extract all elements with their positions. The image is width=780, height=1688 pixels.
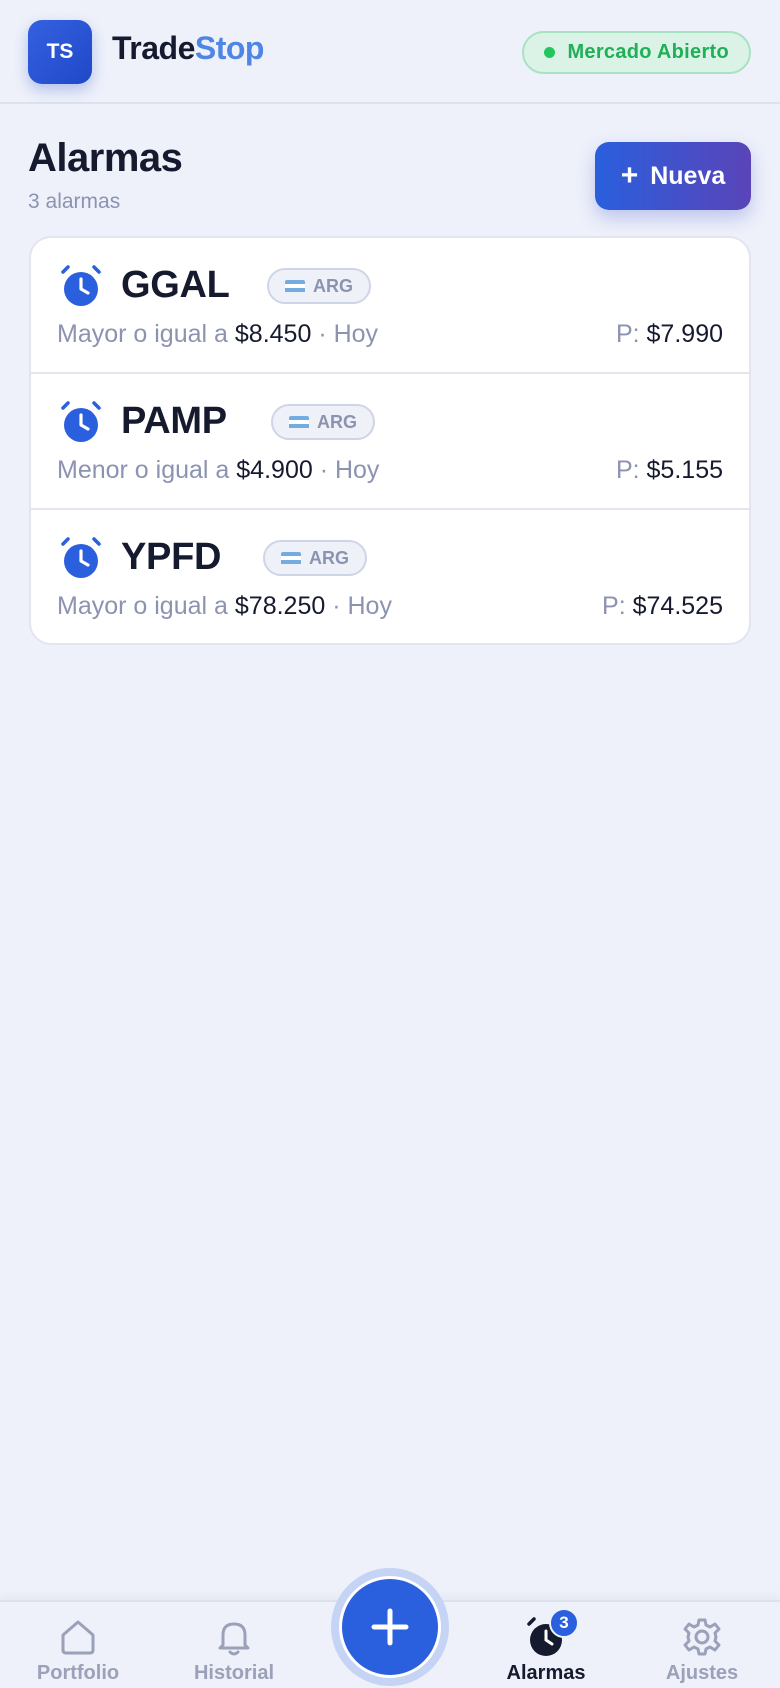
market-tag-label: ARG: [313, 275, 353, 296]
page-title: Alarmas: [28, 136, 183, 180]
brand-name-part2: Stop: [194, 30, 265, 66]
add-fab-button[interactable]: [339, 1576, 441, 1678]
alarm-list: GGAL ARG Mayor o igual a $8.450 · Hoy P:…: [29, 236, 751, 645]
market-tag: ARG: [263, 540, 367, 576]
alarm-condition: Mayor o igual a $78.250 · Hoy: [57, 592, 392, 621]
current-price-value: $7.990: [646, 320, 723, 348]
alarm-condition: Mayor o igual a $8.450 · Hoy: [57, 320, 378, 349]
home-icon: [61, 1620, 95, 1655]
market-status-badge: Mercado Abierto: [522, 31, 751, 74]
condition-text: Mayor o igual a: [57, 592, 228, 620]
alarm-clock-icon: [61, 537, 101, 578]
alarm-clock-icon: 3: [525, 1608, 579, 1658]
condition-text: Menor o igual a: [57, 456, 230, 484]
alarm-date: · Hoy: [332, 592, 392, 620]
alarm-ticker: PAMP: [121, 400, 227, 442]
nav-label: Portfolio: [36, 1662, 120, 1684]
argentina-flag-icon: [285, 279, 305, 293]
alarm-clock-icon: [61, 401, 101, 442]
alarm-item[interactable]: YPFD ARG Mayor o igual a $78.250 · Hoy P…: [31, 510, 749, 643]
target-price: $4.900: [236, 456, 313, 484]
plus-icon: +: [620, 159, 639, 192]
market-tag: ARG: [267, 268, 371, 304]
nav-item-historial[interactable]: Historial: [156, 1602, 312, 1688]
current-price-value: $74.525: [632, 592, 723, 620]
plus-icon: [371, 1608, 409, 1646]
condition-text: Mayor o igual a: [57, 320, 228, 348]
brand-name: TradeStop: [112, 30, 264, 67]
alarm-clock-icon: [61, 265, 101, 306]
target-price: $78.250: [234, 592, 326, 620]
current-price: P: $7.990: [616, 320, 723, 349]
alarm-ticker: GGAL: [121, 264, 230, 306]
market-tag-label: ARG: [309, 547, 349, 568]
current-price: P: $74.525: [602, 592, 723, 621]
nav-label: Alarmas: [506, 1662, 586, 1684]
alarm-item[interactable]: PAMP ARG Menor o igual a $4.900 · Hoy P:…: [31, 374, 749, 510]
alarm-count: 3 alarmas: [28, 190, 121, 213]
gear-icon: [683, 1618, 721, 1656]
nav-badge: 3: [549, 1608, 579, 1638]
alarm-item[interactable]: GGAL ARG Mayor o igual a $8.450 · Hoy P:…: [31, 238, 749, 374]
current-price-value: $5.155: [646, 456, 723, 484]
new-alarm-label: Nueva: [650, 161, 726, 190]
alarm-condition: Menor o igual a $4.900 · Hoy: [57, 456, 379, 485]
market-tag: ARG: [271, 404, 375, 440]
app-header: TS TradeStop Mercado Abierto: [0, 0, 780, 104]
nav-label: Ajustes: [665, 1662, 739, 1684]
target-price: $8.450: [234, 320, 312, 348]
current-price-label: P:: [615, 320, 640, 348]
alarm-ticker: YPFD: [121, 536, 222, 578]
brand-name-part1: Trade: [112, 30, 195, 66]
argentina-flag-icon: [281, 551, 301, 565]
new-alarm-button[interactable]: + Nueva: [595, 142, 751, 210]
status-dot-icon: [544, 47, 556, 58]
nav-item-ajustes[interactable]: Ajustes: [624, 1602, 780, 1688]
argentina-flag-icon: [289, 415, 309, 429]
app-logo[interactable]: TS: [28, 20, 92, 84]
market-status-text: Mercado Abierto: [567, 41, 729, 63]
current-price: P: $5.155: [616, 456, 723, 485]
current-price-label: P:: [615, 456, 640, 484]
alarm-date: · Hoy: [318, 320, 379, 348]
market-tag-label: ARG: [317, 411, 357, 432]
nav-label: Historial: [193, 1662, 275, 1684]
current-price-label: P:: [602, 592, 626, 620]
alarm-date: · Hoy: [319, 456, 380, 484]
bell-icon: [218, 1622, 250, 1656]
nav-item-portfolio[interactable]: Portfolio: [0, 1602, 156, 1688]
nav-item-alarmas[interactable]: 3 Alarmas: [468, 1602, 624, 1688]
